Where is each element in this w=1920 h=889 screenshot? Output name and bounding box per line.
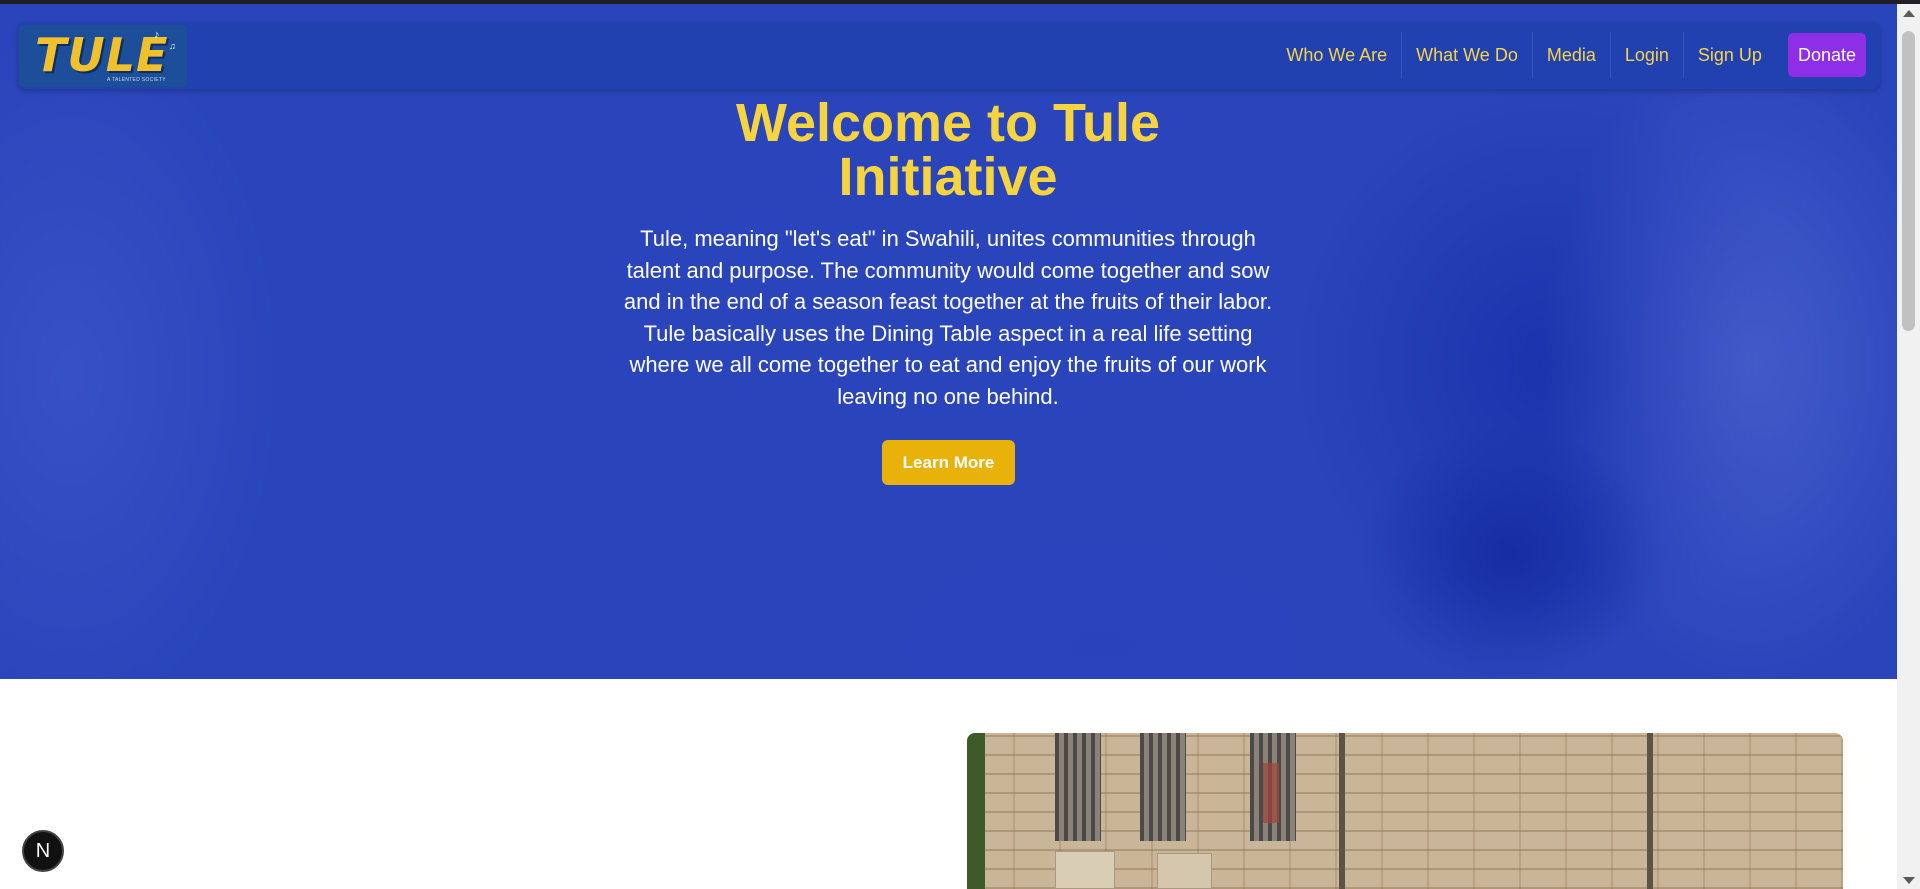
- hero-title: Welcome to Tule Initiative: [735, 93, 1161, 207]
- nav-link-who-we-are[interactable]: Who We Are: [1272, 32, 1401, 78]
- photo-trees: [967, 733, 985, 889]
- site-logo[interactable]: TULE ♪ ♫ A TALENTED SOCIETY: [19, 25, 187, 87]
- photo-window: [1140, 733, 1186, 841]
- arrow-down-icon[interactable]: [1903, 877, 1915, 884]
- navbar: TULE ♪ ♫ A TALENTED SOCIETY Who We Are W…: [18, 22, 1880, 89]
- photo-plaque: [1157, 853, 1212, 889]
- photo-pipe: [1647, 733, 1653, 889]
- arrow-up-icon[interactable]: [1903, 10, 1915, 17]
- music-note-icon: ♪: [154, 29, 160, 41]
- nav-links: Who We Are What We Do Media Login Sign U…: [1272, 32, 1866, 78]
- photo-pipe: [1339, 733, 1345, 889]
- photo-window: [1055, 733, 1101, 841]
- hero-section: TULE ♪ ♫ A TALENTED SOCIETY Who We Are W…: [0, 4, 1897, 679]
- hero-background-shape: [1360, 424, 1660, 679]
- donate-button[interactable]: Donate: [1787, 33, 1866, 77]
- building-photo: [967, 733, 1843, 889]
- nav-link-login[interactable]: Login: [1609, 32, 1683, 78]
- hero-background-shape: [0, 24, 280, 679]
- nav-link-sign-up[interactable]: Sign Up: [1682, 32, 1776, 78]
- logo-text: TULE: [35, 28, 169, 82]
- photo-plaque: [1055, 851, 1115, 889]
- nextjs-icon[interactable]: N: [22, 830, 64, 872]
- nav-link-media[interactable]: Media: [1531, 32, 1610, 78]
- scrollbar-thumb[interactable]: [1902, 31, 1915, 331]
- hero-description: Tule, meaning "let's eat" in Swahili, un…: [623, 226, 1273, 409]
- logo-subtext: A TALENTED SOCIETY: [107, 77, 166, 83]
- photo-detail: [1263, 763, 1279, 823]
- nav-link-what-we-do[interactable]: What We Do: [1401, 32, 1532, 78]
- learn-more-button[interactable]: Learn More: [882, 440, 1015, 485]
- page-scrollbar[interactable]: [1897, 4, 1920, 889]
- music-note-icon: ♫: [169, 41, 176, 51]
